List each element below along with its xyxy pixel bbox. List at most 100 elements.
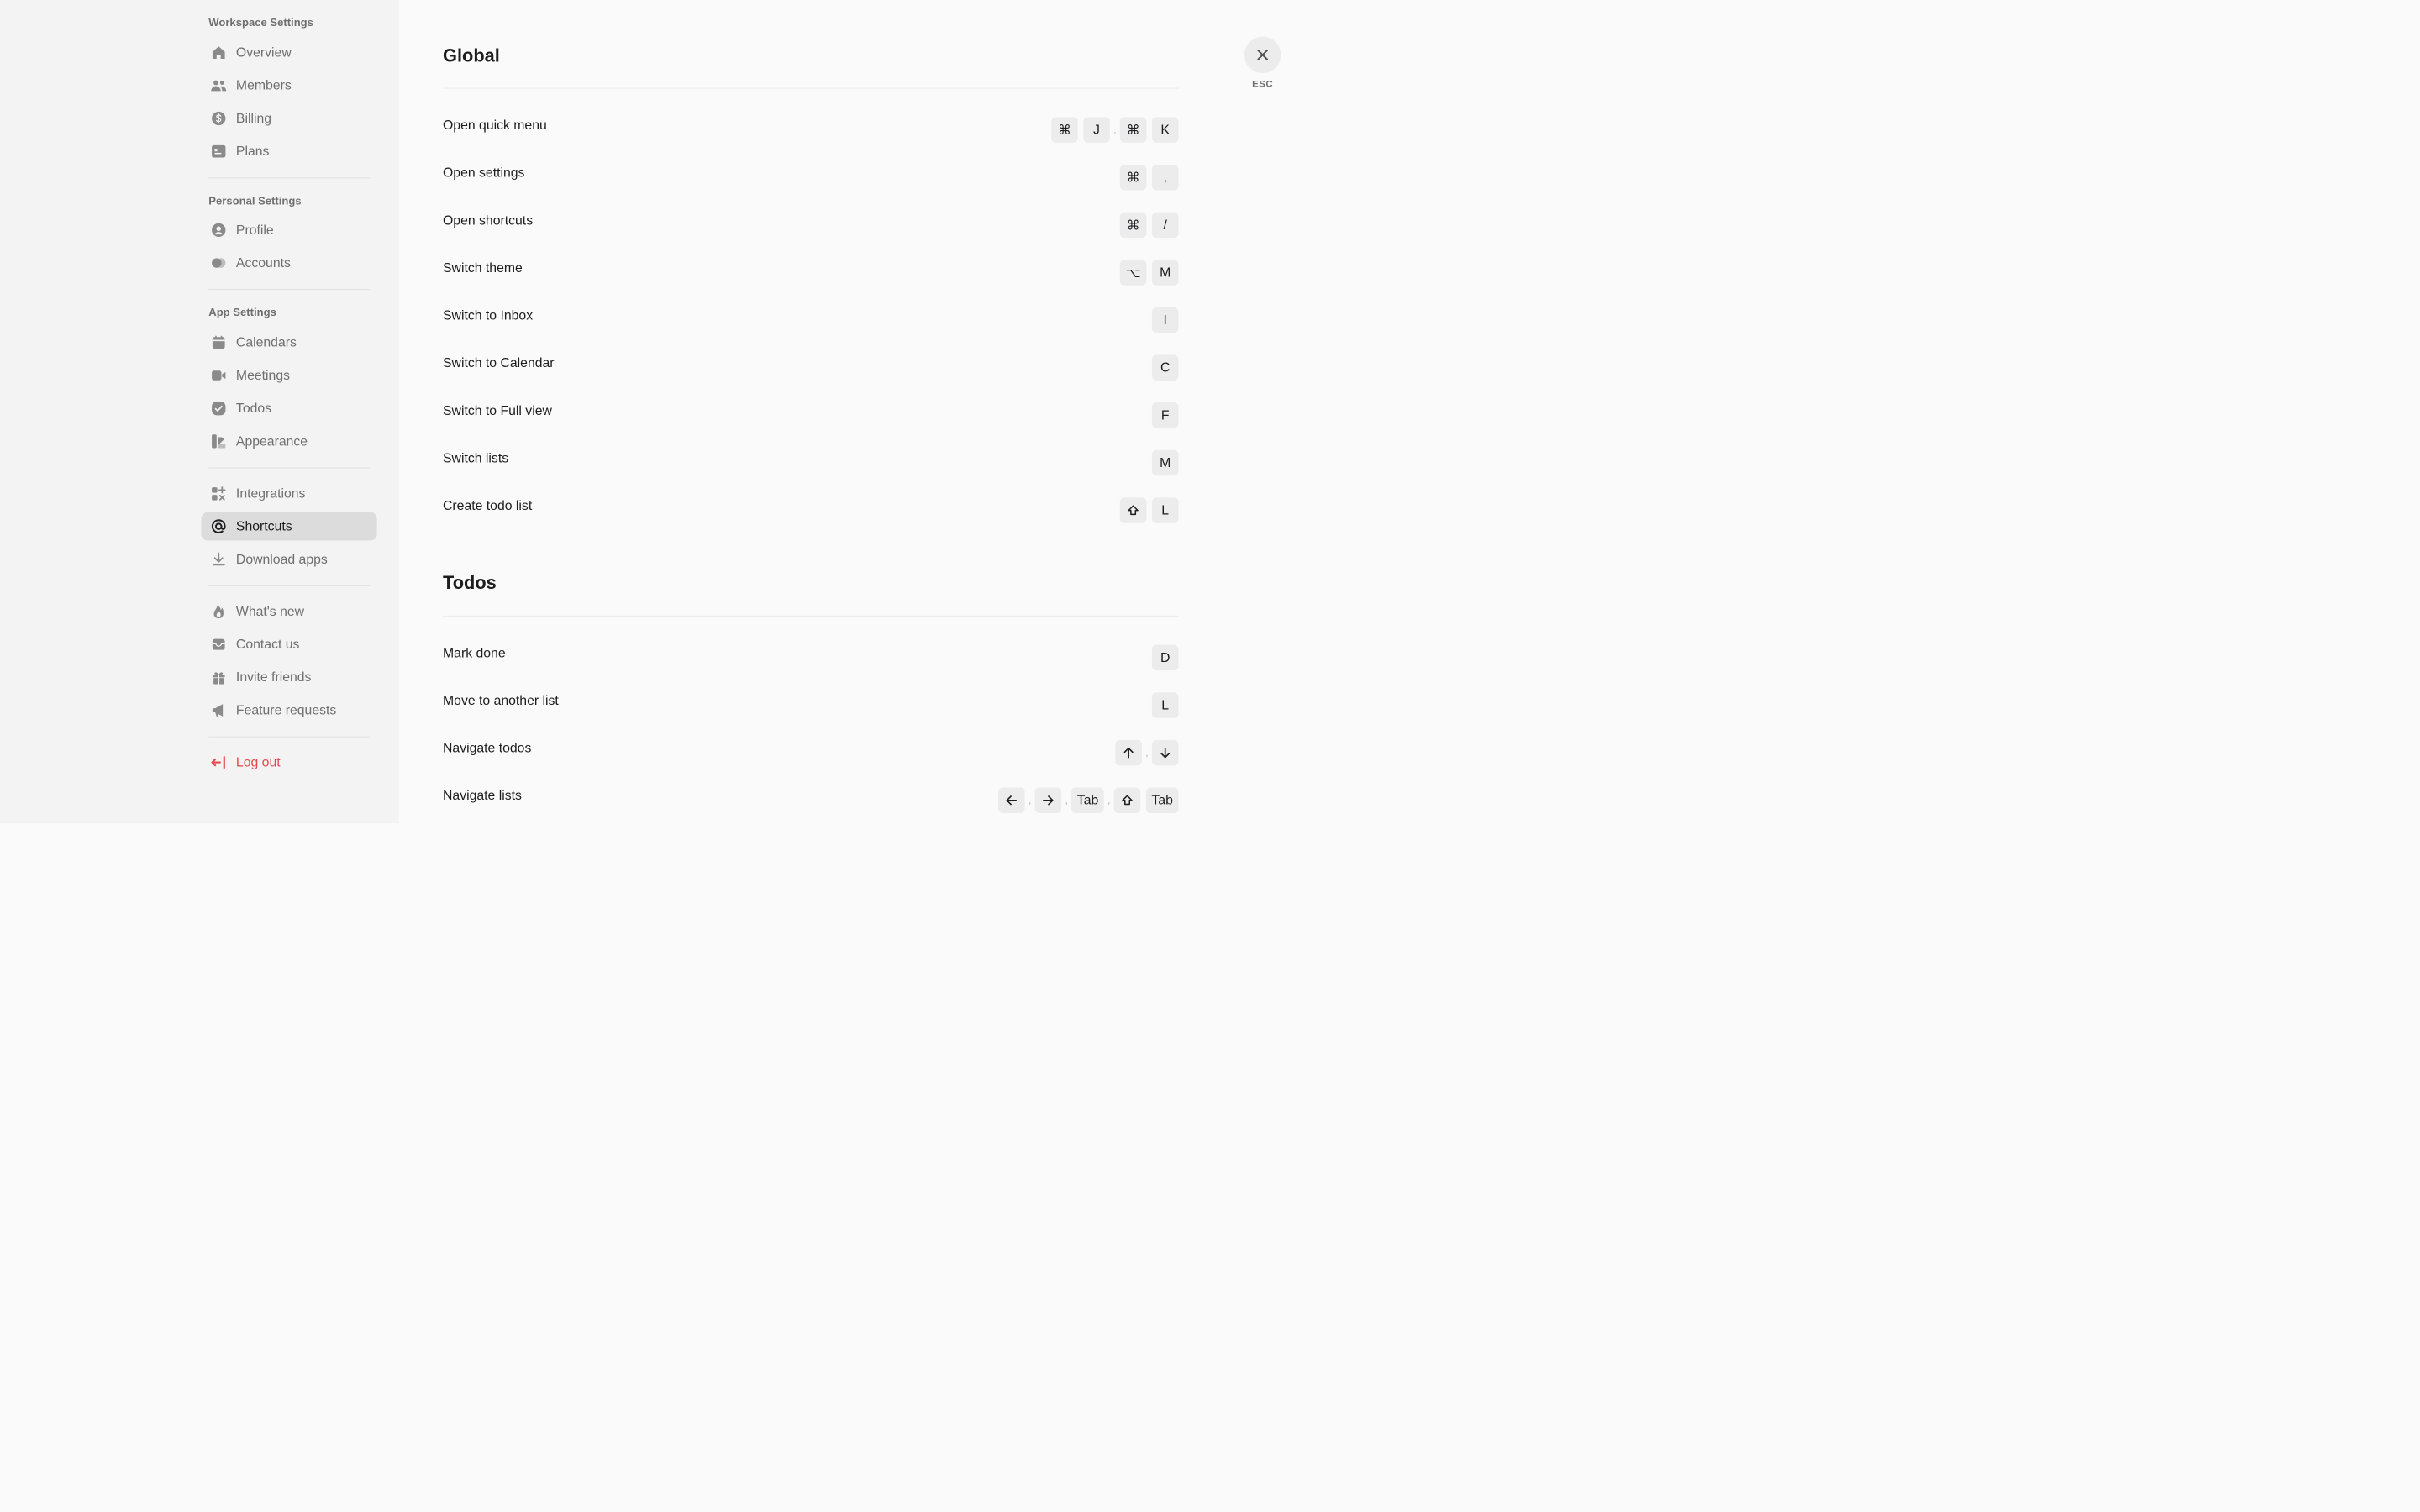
keycap: ⌥ [1119,260,1147,286]
sidebar-item-label: Log out [235,754,281,770]
sidebar-item-label: Contact us [235,637,300,652]
keycap: F [1151,402,1179,428]
keycap: I [1151,307,1179,333]
shortcut-keys: ⌥ M [1114,260,1179,286]
keycap: L [1151,692,1179,718]
sidebar-item-label: Overview [235,45,292,60]
keycap: L [1151,497,1179,523]
sidebar-item-download-apps[interactable]: Download apps [202,545,377,574]
sidebar-divider [208,585,370,586]
sidebar-item-overview[interactable]: Overview [202,39,377,67]
sidebar-item-appearance[interactable]: Appearance [202,428,377,456]
sidebar-item-label: Calendars [235,334,297,350]
shortcut-label: Navigate lists [443,788,522,804]
sidebar-item-label: Shortcuts [235,518,292,534]
sidebar-item-feature-requests[interactable]: Feature requests [202,696,377,725]
group-divider [443,615,1179,617]
sidebar-item-label: Plans [235,144,270,159]
key-separator: , [1113,123,1117,136]
close-icon [1255,47,1270,63]
sidebar-item-billing[interactable]: Billing [202,104,377,133]
arrow-right-icon [1041,794,1055,807]
shortcut-label: Switch to Full view [443,403,552,418]
integrations-icon [208,483,229,503]
sidebar-item-what-s-new[interactable]: What's new [202,597,377,626]
shortcut-keys: ⌘ / [1114,212,1179,239]
sidebar-item-accounts[interactable]: Accounts [202,249,377,277]
keycap [1113,787,1141,814]
settings-window: Workspace Settings Overview Members Billing… [0,0,1318,823]
key-separator: , [1145,747,1149,759]
sidebar-item-label: Integrations [235,486,306,501]
sidebar-item-shortcuts[interactable]: Shortcuts [201,512,377,541]
keycap: / [1151,212,1179,239]
keycap [1034,787,1062,814]
video-icon [208,365,229,386]
shortcut-keys: , [1110,739,1179,766]
keycap: Tab [1071,787,1104,814]
sidebar-item-label: Profile [235,222,274,238]
sidebar-item-profile[interactable]: Profile [202,216,377,244]
keycap [1151,739,1179,766]
accounts-icon [208,253,229,273]
group-title-global: Global [443,45,500,66]
sidebar-item-members[interactable]: Members [202,71,377,100]
sidebar-divider [208,177,370,179]
keycap: D [1151,644,1179,671]
sidebar-item-label: Members [235,77,292,93]
shortcut-label: Open quick menu [443,118,547,133]
sidebar-item-label: Meetings [235,368,290,383]
shortcut-keys: L [1114,497,1179,523]
keycap: K [1151,117,1179,143]
sidebar-item-log-out[interactable]: Log out [202,748,377,777]
shortcut-keys: I [1146,307,1179,333]
shortcut-label: Open settings [443,165,525,181]
sidebar-item-invite-friends[interactable]: Invite friends [202,663,377,691]
shortcut-keys: L [1146,692,1179,718]
sidebar-item-meetings[interactable]: Meetings [202,361,377,390]
keycap [998,787,1025,814]
members-icon [208,76,229,96]
section-title-app-settings: App Settings [208,306,276,319]
keycap: C [1151,354,1179,381]
sidebar-item-contact-us[interactable]: Contact us [202,630,377,659]
shortcut-keys: ⌘ J, ⌘ K [1046,117,1179,143]
sidebar-divider [208,736,370,738]
sidebar-item-label: Feature requests [235,702,337,717]
sidebar-item-integrations[interactable]: Integrations [202,480,377,508]
shortcut-label: Switch theme [443,260,523,276]
shortcut-label: Create todo list [443,498,533,513]
sidebar-item-todos[interactable]: Todos [202,394,377,423]
megaphone-icon [208,701,229,721]
sidebar-item-label: Appearance [235,433,308,449]
keycap: , [1151,164,1179,191]
arrow-up-icon [1122,746,1135,759]
keycap: J [1083,117,1110,143]
section-title-personal-settings: Personal Settings [208,194,302,207]
sidebar-item-label: Billing [235,111,272,126]
arrow-down-icon [1159,746,1172,759]
sidebar-item-label: Todos [235,401,272,416]
key-separator: , [1107,794,1111,806]
sidebar-item-calendars[interactable]: Calendars [202,328,377,357]
appearance-icon [208,431,229,451]
download-icon [208,549,229,570]
keycap [1119,497,1147,523]
dollar-icon [208,108,229,129]
sidebar-divider [208,289,370,291]
shortcut-keys: C [1146,354,1179,381]
sidebar-item-label: Download apps [235,551,328,567]
calendar-icon [208,333,229,353]
shortcut-label: Switch to Calendar [443,355,555,370]
logout-icon [208,753,229,773]
at-icon [208,517,229,537]
shortcut-label: Navigate todos [443,740,532,756]
shortcut-keys: ,, Tab, Tab [992,787,1179,814]
sidebar-divider [208,467,370,469]
sidebar-item-label: Accounts [235,255,291,270]
close-button[interactable] [1244,36,1281,74]
shift-icon [1120,794,1134,807]
keycap: ⌘ [1119,117,1147,143]
sidebar-item-plans[interactable]: Plans [202,137,377,165]
home-icon [208,43,229,63]
